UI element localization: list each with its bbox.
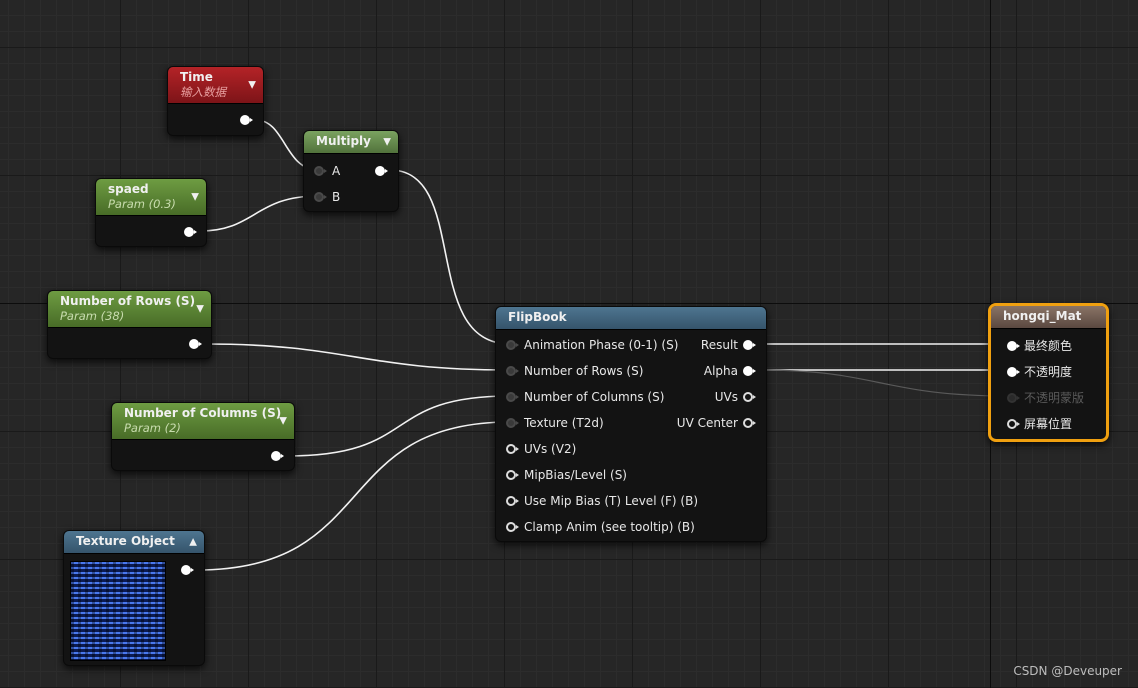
wire-rows-to-flipbook [204,343,511,371]
flipbook-input-label: Number of Columns (S) [524,390,665,404]
wire-multiply-to-phase [389,169,511,345]
flipbook-output-uvcenter-pin[interactable] [743,418,756,428]
flipbook-input-label: Animation Phase (0-1) (S) [524,338,679,352]
flipbook-output-label: Result [700,338,738,352]
flipbook-input-pin[interactable] [506,522,519,532]
material-input-label: 不透明度 [1024,365,1073,379]
flipbook-input-label: UVs (V2) [524,442,577,456]
material-input-label: 不透明蒙版 [1024,391,1085,405]
flipbook-output-uvs-pin[interactable] [743,392,756,402]
chevron-down-icon[interactable]: ▼ [191,192,199,203]
material-input-label: 屏幕位置 [1024,417,1073,431]
material-node-title: hongqi_Mat [1003,309,1082,323]
texture-node-header[interactable]: Texture Object ▲ [64,531,204,554]
flipbook-input-label: Use Mip Bias (T) Level (F) (B) [524,494,699,508]
flipbook-output-alpha-pin[interactable] [743,366,756,376]
material-node-header[interactable]: hongqi_Mat [991,306,1106,329]
rows-param-node[interactable]: Number of Rows (S) Param (38) ▼ [47,290,212,359]
flipbook-output-result-pin[interactable] [743,340,756,350]
wire-columns-to-flipbook [286,395,511,457]
flipbook-input-label: Number of Rows (S) [524,364,644,378]
multiply-input-b-pin[interactable] [314,192,327,202]
texture-node-title: Texture Object [76,534,175,548]
chevron-down-icon[interactable]: ▼ [383,137,391,148]
multiply-node-header[interactable]: Multiply ▼ [304,131,398,154]
material-input-pin[interactable] [1007,419,1020,429]
material-input-pin[interactable] [1007,341,1020,351]
flipbook-input-pin[interactable] [506,392,519,402]
material-input-label: 最终颜色 [1024,339,1073,353]
columns-node-header[interactable]: Number of Columns (S) Param (2) ▼ [112,403,294,440]
columns-param-node[interactable]: Number of Columns (S) Param (2) ▼ [111,402,295,471]
time-node[interactable]: Time 输入数据 ▼ [167,66,264,136]
rows-node-title: Number of Rows (S) [60,294,196,308]
multiply-input-b-label: B [332,190,341,204]
texture-preview-thumbnail [70,561,166,661]
chevron-down-icon[interactable]: ▼ [196,304,204,315]
watermark-text: CSDN @Deveuper [1013,664,1122,678]
flipbook-input-pin[interactable] [506,418,519,428]
flipbook-input-pin[interactable] [506,366,519,376]
chevron-up-icon[interactable]: ▲ [189,537,197,548]
multiply-node-title: Multiply [316,134,371,148]
time-node-header[interactable]: Time 输入数据 ▼ [168,67,263,104]
spaed-node-subtitle: Param (0.3) [108,197,176,211]
material-result-node[interactable]: hongqi_Mat 最终颜色 不透明度 不透明蒙版 屏幕位置 [988,303,1109,442]
flipbook-output-label: Alpha [703,364,738,378]
multiply-input-a-label: A [332,164,341,178]
spaed-node-title: spaed [108,182,149,196]
flipbook-input-label: Clamp Anim (see tooltip) (B) [524,520,695,534]
time-node-title: Time [180,70,213,84]
flipbook-input-pin[interactable] [506,470,519,480]
spaed-node-header[interactable]: spaed Param (0.3) ▼ [96,179,206,216]
time-output-pin[interactable] [240,115,253,125]
flipbook-output-label: UV Center [676,416,738,430]
texture-object-node[interactable]: Texture Object ▲ [63,530,205,666]
flipbook-node-title: FlipBook [508,310,567,324]
flipbook-output-label: UVs [714,390,738,404]
columns-node-subtitle: Param (2) [124,421,181,435]
time-node-subtitle: 输入数据 [180,85,226,99]
chevron-down-icon[interactable]: ▼ [248,80,256,91]
spaed-output-pin[interactable] [184,227,197,237]
material-input-pin[interactable] [1007,367,1020,377]
material-input-pin[interactable] [1007,393,1020,403]
rows-output-pin[interactable] [189,339,202,349]
columns-output-pin[interactable] [271,451,284,461]
flipbook-input-pin[interactable] [506,340,519,350]
columns-node-title: Number of Columns (S) [124,406,282,420]
multiply-node[interactable]: Multiply ▼ A B [303,130,399,212]
flipbook-node[interactable]: FlipBook Animation Phase (0-1) (S) Numbe… [495,306,767,542]
texture-output-pin[interactable] [181,565,194,575]
rows-node-header[interactable]: Number of Rows (S) Param (38) ▼ [48,291,211,328]
spaed-param-node[interactable]: spaed Param (0.3) ▼ [95,178,207,247]
rows-node-subtitle: Param (38) [60,309,125,323]
wire-alpha-to-mask [759,369,1011,397]
chevron-down-icon[interactable]: ▼ [279,416,287,427]
flipbook-input-label: Texture (T2d) [524,416,604,430]
flipbook-node-header[interactable]: FlipBook [496,307,766,330]
flipbook-input-label: MipBias/Level (S) [524,468,627,482]
flipbook-input-pin[interactable] [506,496,519,506]
multiply-input-a-pin[interactable] [314,166,327,176]
wire-spaed-to-multiply-b [199,195,319,232]
flipbook-input-pin[interactable] [506,444,519,454]
multiply-output-pin[interactable] [375,166,388,176]
